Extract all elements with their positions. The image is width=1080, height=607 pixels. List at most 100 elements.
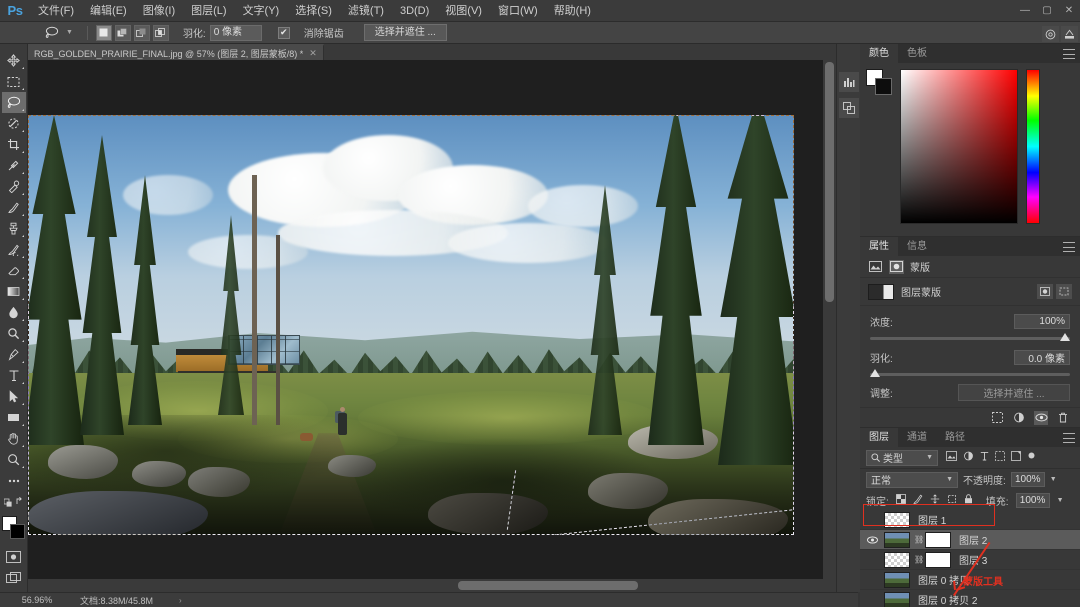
path-selection-tool[interactable] [2,386,26,407]
toggle-mask-icon[interactable] [1034,411,1048,425]
feather-input[interactable]: 0 像素 [210,25,262,41]
menu-select[interactable]: 选择(S) [287,0,340,22]
layer-mask-thumbnail[interactable] [925,532,951,548]
filter-toggle-icon[interactable] [1027,451,1036,464]
canvas-area[interactable] [28,60,836,592]
panel-menu-icon[interactable] [1063,49,1075,59]
menu-3d[interactable]: 3D(D) [392,0,437,22]
close-icon[interactable]: ✕ [1058,0,1080,22]
canvas-horizontal-scrollbar[interactable] [28,579,836,592]
background-color-swatch[interactable] [10,524,25,539]
rectangular-marquee-tool[interactable] [2,71,26,92]
opacity-value[interactable]: 100% [1011,472,1045,487]
gradient-tool[interactable] [2,281,26,302]
intersect-selection-button[interactable] [153,25,169,41]
blur-tool[interactable] [2,302,26,323]
density-slider-handle[interactable] [1060,333,1070,341]
edit-toolbar-tool[interactable] [2,470,26,491]
feather-slider-handle[interactable] [870,369,880,377]
eraser-tool[interactable] [2,260,26,281]
color-picker-icon[interactable] [1061,26,1078,42]
quick-mask-mode-button[interactable] [2,546,26,567]
eyedropper-tool[interactable] [2,155,26,176]
status-expand-arrow-icon[interactable]: › [153,596,182,605]
dodge-tool[interactable] [2,323,26,344]
layer-thumbnail[interactable] [884,512,910,528]
lock-artboard-icon[interactable] [947,494,957,507]
layer-mask-thumbnail[interactable] [925,552,951,568]
menu-image[interactable]: 图像(I) [135,0,183,22]
mask-link-icon[interactable]: ⛓ [914,555,921,564]
default-and-swap-colors[interactable] [2,491,26,512]
load-selection-icon[interactable] [990,411,1004,425]
zoom-tool[interactable] [2,449,26,470]
filter-smart-icon[interactable] [1011,451,1021,464]
color-field-picker[interactable] [900,69,1018,224]
close-icon[interactable]: ✕ [309,48,317,59]
background-color-swatch[interactable] [875,78,892,95]
lasso-tool[interactable] [2,92,26,113]
move-tool[interactable] [2,50,26,71]
scrollbar-thumb[interactable] [458,581,638,590]
chevron-down-icon[interactable]: ▼ [926,454,933,461]
opacity-chevron-down-icon[interactable]: ▼ [1050,476,1057,483]
color-swatches[interactable] [2,516,26,540]
tab-channels[interactable]: 通道 [898,428,936,447]
tab-swatches[interactable]: 色板 [898,44,936,63]
table-row[interactable]: 图层 1 [860,510,1080,530]
menu-type[interactable]: 文字(Y) [235,0,288,22]
select-and-mask-button[interactable]: 选择并遮住 ... [364,24,447,41]
history-brush-tool[interactable] [2,239,26,260]
delete-mask-icon[interactable] [1056,411,1070,425]
document-tab[interactable]: RGB_GOLDEN_PRAIRIE_FINAL.jpg @ 57% (图层 2… [28,44,324,60]
hue-slider[interactable] [1026,69,1040,224]
layer-thumbnail[interactable] [884,572,910,588]
table-row[interactable]: ⛓ 图层 3 [860,550,1080,570]
antialias-checkbox[interactable]: ✔ [278,27,290,39]
tab-layers[interactable]: 图层 [860,428,898,447]
lock-all-icon[interactable] [964,494,973,507]
clone-stamp-tool[interactable] [2,218,26,239]
table-row[interactable]: 图层 0 拷贝 2 [860,590,1080,607]
tab-properties[interactable]: 属性 [860,237,898,256]
vector-mask-toggle-icon[interactable] [1056,284,1072,299]
tool-preset-chevron-down-icon[interactable]: ▼ [66,29,79,36]
rectangle-tool[interactable] [2,407,26,428]
filter-adjustment-icon[interactable] [963,451,974,464]
table-row[interactable]: ⛓ 图层 2 [860,530,1080,550]
density-slider-track[interactable] [870,337,1070,340]
spot-healing-brush-tool[interactable] [2,176,26,197]
layer-filter-type-select[interactable]: 类型 ▼ [866,450,938,466]
menu-view[interactable]: 视图(V) [437,0,490,22]
feather-slider-track[interactable] [870,373,1070,376]
maximize-icon[interactable]: ▢ [1036,0,1058,22]
color-wheel-icon[interactable] [1042,26,1059,42]
canvas-vertical-scrollbar[interactable] [823,60,836,592]
crop-tool[interactable] [2,134,26,155]
tab-color[interactable]: 颜色 [860,44,898,63]
select-and-mask-button[interactable]: 选择并遮住 ... [958,384,1070,401]
brush-tool[interactable] [2,197,26,218]
lasso-tool-icon[interactable] [42,24,62,42]
scrollbar-thumb[interactable] [825,62,834,302]
panel-menu-icon[interactable] [1063,433,1075,443]
density-value[interactable]: 100% [1014,314,1070,329]
zoom-level-field[interactable]: 56.96% [0,595,74,605]
filter-image-icon[interactable] [946,451,957,464]
layer-name[interactable]: 图层 0 拷贝 2 [914,592,977,607]
add-to-selection-button[interactable] [115,25,131,41]
layer-thumbnail[interactable] [884,552,910,568]
menu-help[interactable]: 帮助(H) [546,0,599,22]
tab-paths[interactable]: 路径 [936,428,974,447]
fill-value[interactable]: 100% [1016,493,1050,508]
lock-image-icon[interactable] [913,494,923,507]
apply-mask-icon[interactable] [1012,411,1026,425]
screen-mode-button[interactable] [2,567,26,588]
layer-name[interactable]: 图层 3 [955,552,987,567]
layer-name[interactable]: 图层 1 [914,512,946,527]
quick-selection-tool[interactable] [2,113,26,134]
navigator-icon[interactable] [839,98,859,118]
hand-tool[interactable] [2,428,26,449]
layer-name[interactable]: 图层 2 [955,532,987,547]
menu-filter[interactable]: 滤镜(T) [340,0,392,22]
